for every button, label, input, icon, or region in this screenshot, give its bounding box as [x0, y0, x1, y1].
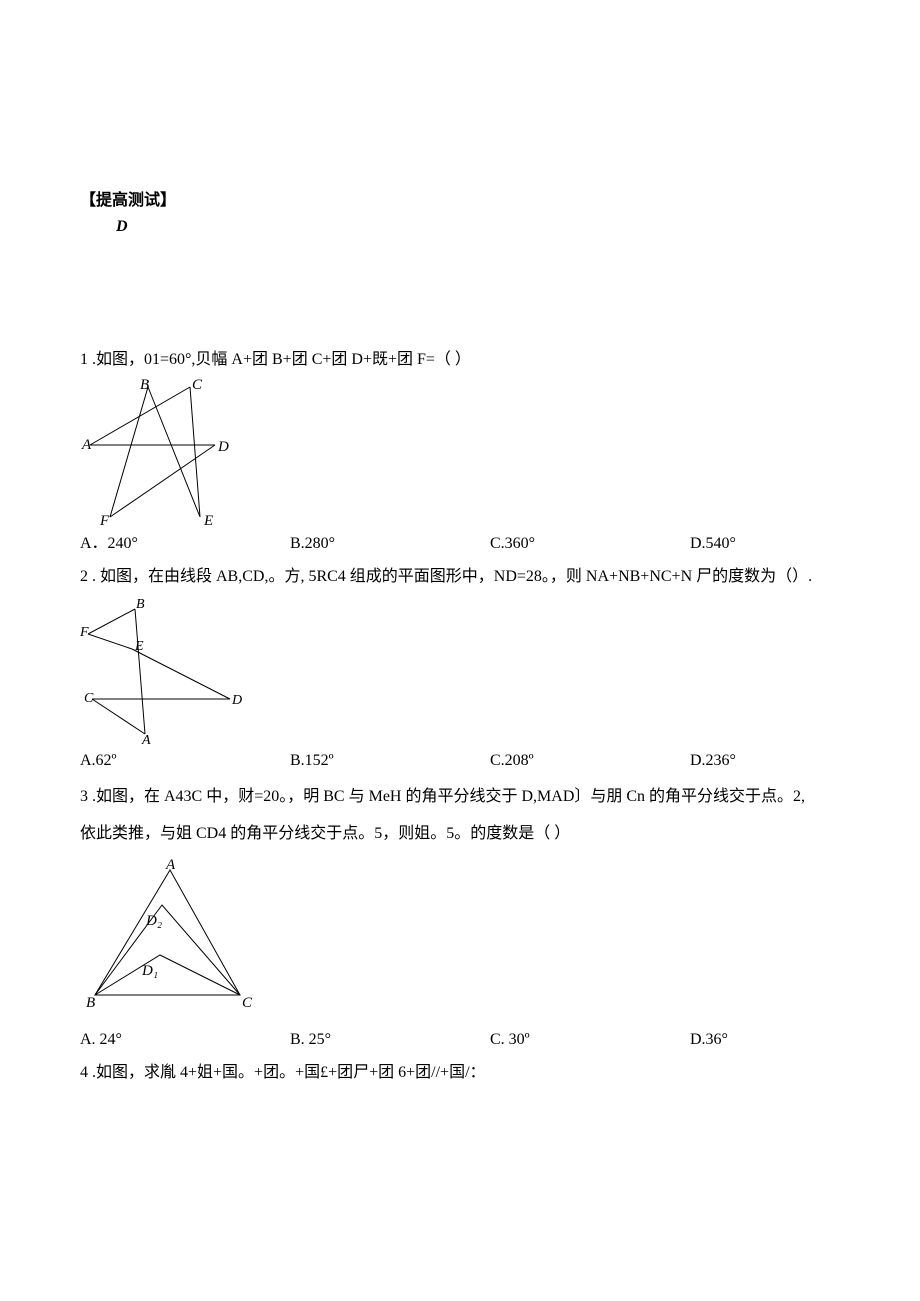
q1-label-B: B	[140, 377, 149, 393]
q1-label-F: F	[99, 513, 110, 527]
q2-stem: . 如图，在由线段 AB,CD,。方, 5RC4 组成的平面图形中，ND=28。…	[88, 568, 812, 585]
q3-triangle-diagram: A B C D₂ D₁	[80, 855, 260, 1015]
q3-text-line2: 依此类推，与姐 CD4 的角平分线交于点。5，则姐。5。的度数是（ ）	[80, 823, 840, 845]
q3-label-D1: D₁	[141, 963, 158, 979]
q1-star-diagram: A B C D E F	[80, 377, 240, 527]
q1-options: A．240° B.280° C.360° D.540°	[80, 533, 840, 555]
q4-number: 4	[80, 1064, 88, 1081]
q2-number: 2	[80, 568, 88, 585]
q2-label-F: F	[80, 625, 89, 640]
q3-label-C: C	[242, 995, 253, 1011]
q1-option-a: A．240°	[80, 533, 290, 555]
q1-text: 1 .如图，01=60°,贝幅 A+团 B+团 C+团 D+既+团 F=（ ）	[80, 349, 840, 371]
q1-label-D: D	[217, 439, 229, 455]
q2-option-d: D.236°	[690, 750, 746, 772]
q1-stem: .如图，01=60°,贝幅 A+团 B+团 C+团 D+既+团 F=（ ）	[88, 351, 471, 368]
q3-options: A. 24° B. 25° C. 30º D.36°	[80, 1029, 840, 1051]
q2-label-D: D	[231, 693, 242, 708]
q3-text-line1: 3 .如图，在 A43C 中，财=20。，明 BC 与 MeH 的角平分线交于 …	[80, 786, 840, 808]
page-content: 【提高测试】 D 1 .如图，01=60°,贝幅 A+团 B+团 C+团 D+既…	[0, 0, 920, 1128]
q2-text: 2 . 如图，在由线段 AB,CD,。方, 5RC4 组成的平面图形中，ND=2…	[80, 566, 840, 588]
q3-label-B: B	[86, 995, 95, 1011]
q2-label-B: B	[136, 597, 145, 612]
section-header: 【提高测试】	[80, 190, 840, 212]
q3-option-b: B. 25°	[290, 1029, 490, 1051]
q2-figure: F B E C D A	[80, 594, 840, 744]
q1-option-d: D.540°	[690, 533, 746, 555]
q3-stem1: .如图，在 A43C 中，财=20。，明 BC 与 MeH 的角平分线交于 D,…	[88, 788, 805, 805]
q3-option-a: A. 24°	[80, 1029, 290, 1051]
q2-label-E: E	[134, 639, 144, 654]
q2-options: A.62º B.152º C.208º D.236°	[80, 750, 840, 772]
q4-stem: .如图，求胤 4+姐+国。+团。+国£+团尸+团 6+团//+国/：	[88, 1064, 486, 1081]
q2-diagram: F B E C D A	[80, 594, 250, 744]
q3-label-A: A	[165, 857, 176, 873]
q1-figure: A B C D E F	[80, 377, 840, 527]
q3-number: 3	[80, 788, 88, 805]
q2-option-c: C.208º	[490, 750, 690, 772]
header-sub-letter: D	[116, 216, 840, 238]
q3-figure: A B C D₂ D₁	[80, 855, 840, 1015]
q2-option-a: A.62º	[80, 750, 290, 772]
q2-label-C: C	[84, 691, 94, 706]
q1-option-c: C.360°	[490, 533, 690, 555]
q2-label-A: A	[141, 733, 151, 744]
q1-option-b: B.280°	[290, 533, 490, 555]
q1-number: 1	[80, 351, 88, 368]
q1-label-C: C	[192, 377, 203, 393]
q3-option-d: D.36°	[690, 1029, 738, 1051]
q4-text: 4 .如图，求胤 4+姐+国。+团。+国£+团尸+团 6+团//+国/：	[80, 1062, 840, 1084]
q3-stem2: 依此类推，与姐 CD4 的角平分线交于点。5，则姐。5。的度数是（ ）	[80, 825, 570, 842]
q3-label-D2: D₂	[145, 913, 162, 929]
q1-label-A: A	[81, 437, 92, 453]
q2-option-b: B.152º	[290, 750, 490, 772]
q3-option-c: C. 30º	[490, 1029, 690, 1051]
q1-label-E: E	[203, 513, 213, 527]
